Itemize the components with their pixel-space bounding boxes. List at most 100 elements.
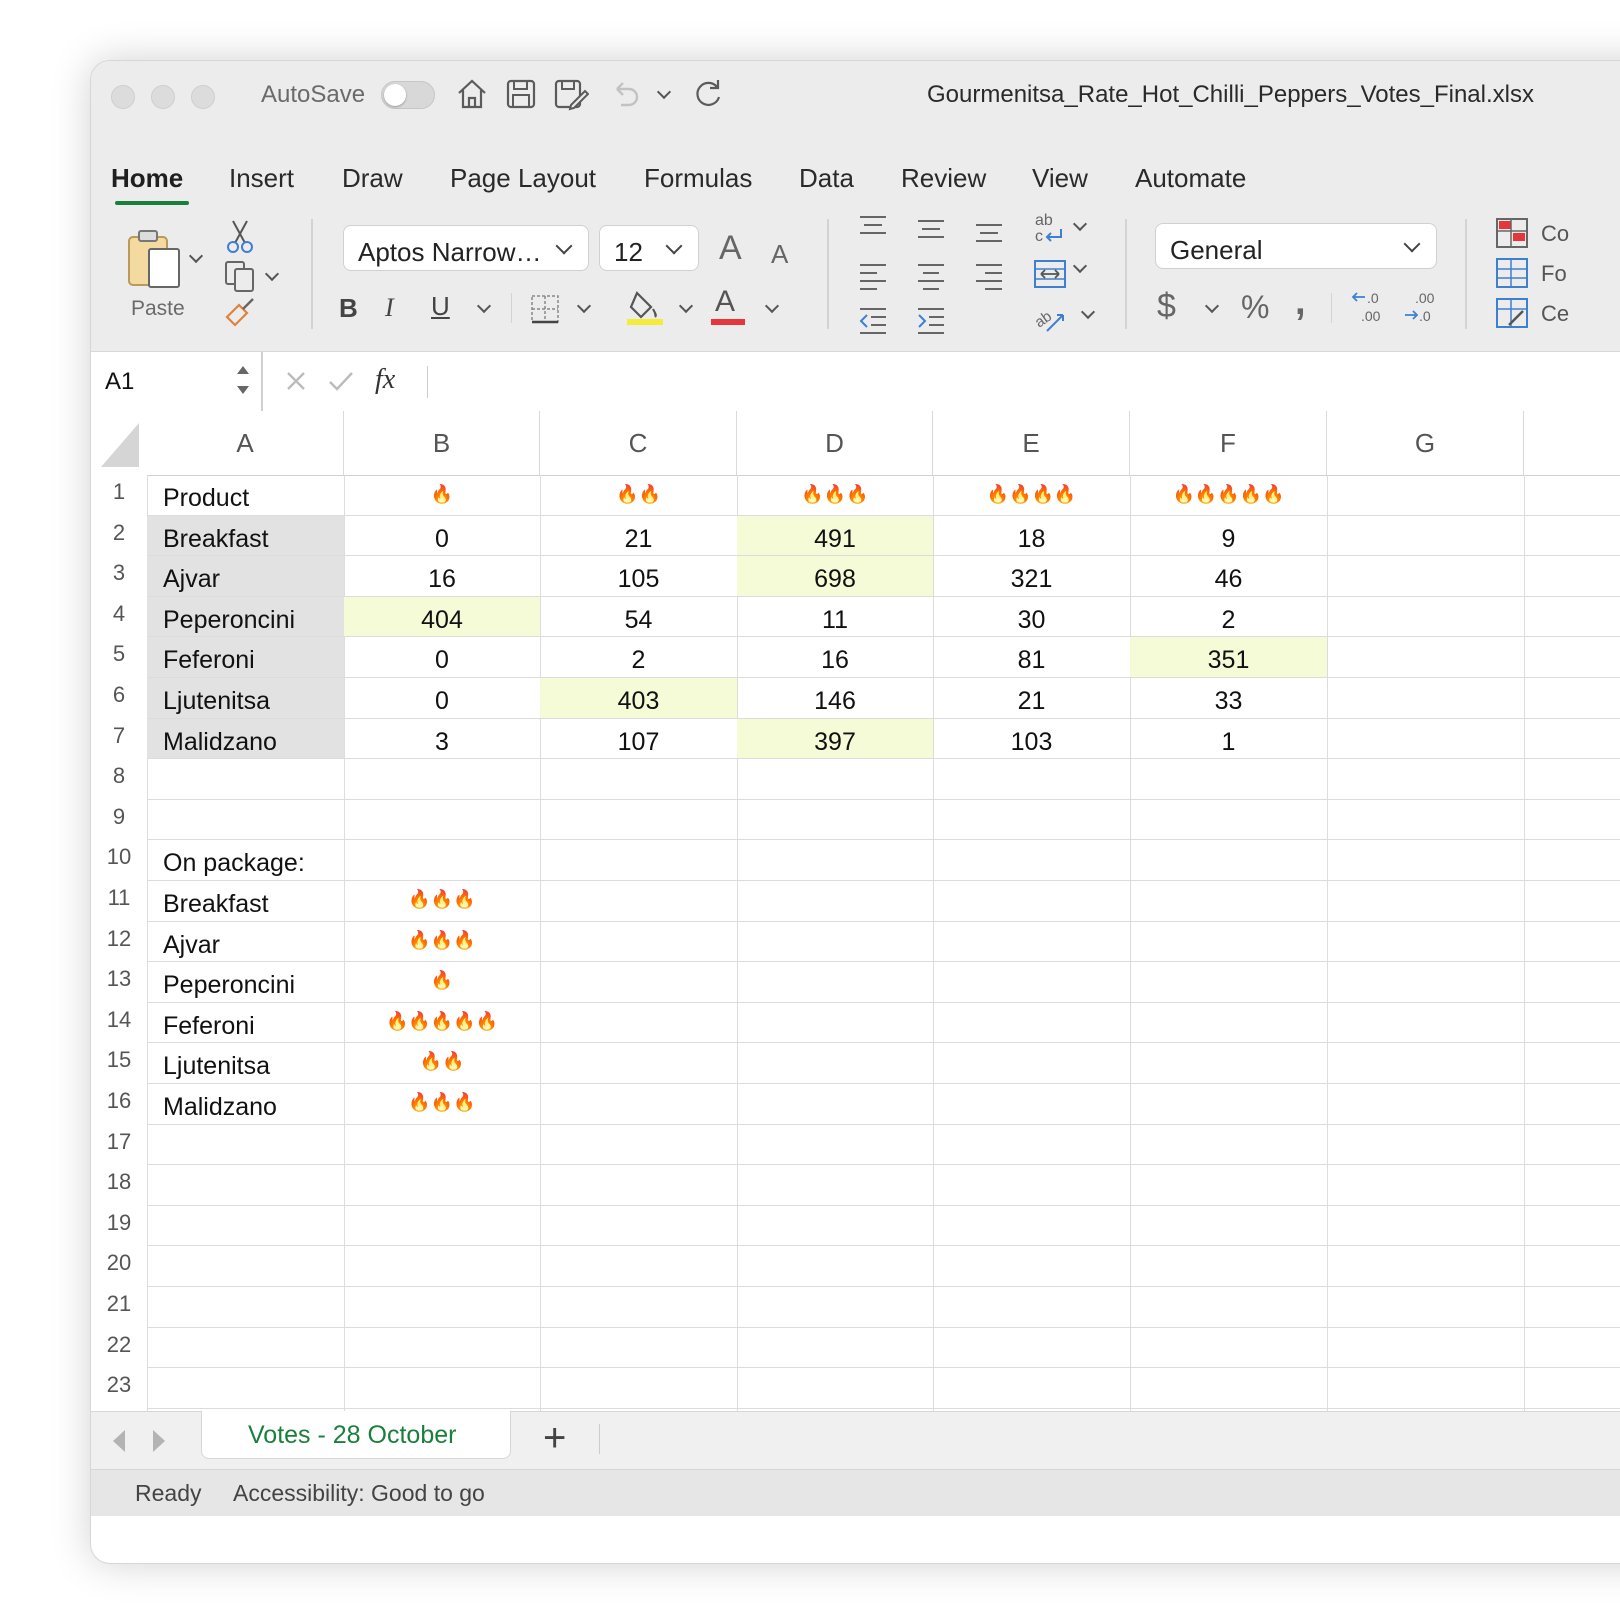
increase-font-size-icon[interactable]: A [719,229,742,268]
row-header-17[interactable]: 17 [91,1125,147,1166]
vote-cell[interactable]: 105 [540,556,737,596]
vote-cell-highest[interactable]: 351 [1130,637,1327,677]
vote-cell[interactable]: 16 [344,556,540,596]
tab-formulas[interactable]: Formulas [644,163,752,194]
align-top-icon[interactable] [857,213,889,243]
vote-cell[interactable]: 3 [344,719,540,759]
package-product-cell[interactable]: Ajvar [147,922,344,962]
row-header-9[interactable]: 9 [91,800,147,841]
column-header-a[interactable]: A [147,411,344,475]
product-cell[interactable]: Feferoni [147,637,344,677]
currency-button[interactable]: $ [1157,287,1176,326]
heat-header-cell[interactable]: 🔥 [344,475,540,515]
align-center-icon[interactable] [915,261,947,291]
heat-header-cell[interactable]: 🔥🔥🔥🔥🔥 [1130,475,1327,515]
row-header-20[interactable]: 20 [91,1246,147,1287]
package-product-cell[interactable]: Feferoni [147,1003,344,1043]
package-label-cell[interactable]: On package: [147,840,344,880]
product-cell[interactable]: Peperoncini [147,596,344,637]
row-header-23[interactable]: 23 [91,1368,147,1409]
row-header-19[interactable]: 19 [91,1206,147,1247]
fill-color-icon[interactable] [627,287,663,327]
home-icon[interactable] [455,77,489,111]
conditional-formatting-icon[interactable] [1495,217,1529,249]
font-name-dropdown[interactable]: Aptos Narrow… [343,225,589,271]
column-header-e[interactable]: E [933,411,1130,475]
minimize-window-button[interactable] [151,85,175,109]
tab-page-layout[interactable]: Page Layout [450,163,596,194]
vote-cell[interactable]: 0 [344,637,540,677]
font-color-button[interactable]: A [711,285,745,325]
paste-dropdown-icon[interactable] [188,248,204,264]
product-cell[interactable]: Breakfast [147,515,344,556]
row-header-18[interactable]: 18 [91,1165,147,1206]
package-heat-cell[interactable]: 🔥🔥 [344,1043,540,1083]
package-product-cell[interactable]: Breakfast [147,881,344,921]
vote-cell[interactable]: 9 [1130,516,1327,556]
name-box[interactable]: A1 [91,352,263,412]
scroll-tabs-right-icon[interactable] [149,1428,169,1454]
vote-cell[interactable]: 33 [1130,678,1327,718]
row-header-15[interactable]: 15 [91,1043,147,1084]
vote-cell[interactable]: 21 [540,516,737,556]
font-color-dropdown-icon[interactable] [764,298,780,314]
tab-automate[interactable]: Automate [1135,163,1246,194]
underline-button[interactable]: U [431,291,450,322]
number-format-dropdown[interactable]: General [1155,223,1437,269]
paste-icon[interactable] [125,227,185,291]
vote-cell-highest[interactable]: 698 [737,556,933,596]
decrease-decimal-icon[interactable]: .0.00 [1351,289,1387,325]
fill-color-dropdown-icon[interactable] [678,298,694,314]
vote-cell[interactable]: 146 [737,678,933,718]
currency-dropdown-icon[interactable] [1204,298,1220,314]
font-size-dropdown[interactable]: 12 [599,225,699,271]
vote-cell[interactable]: 0 [344,678,540,718]
undo-icon[interactable] [609,77,641,111]
vote-cell[interactable]: 18 [933,516,1130,556]
close-window-button[interactable] [111,85,135,109]
vote-cell[interactable]: 30 [933,597,1130,637]
vote-cell[interactable]: 11 [737,597,933,637]
borders-dropdown-icon[interactable] [576,298,592,314]
copy-dropdown-icon[interactable] [264,266,280,282]
vote-cell[interactable]: 81 [933,637,1130,677]
package-heat-cell[interactable]: 🔥🔥🔥🔥🔥 [344,1003,540,1043]
tab-home[interactable]: Home [111,163,183,194]
select-all-button[interactable] [101,423,139,467]
merge-dropdown-icon[interactable] [1072,258,1088,274]
vote-cell[interactable]: 2 [1130,597,1327,637]
percent-button[interactable]: % [1241,289,1269,326]
underline-dropdown-icon[interactable] [476,298,492,314]
row-header-13[interactable]: 13 [91,962,147,1003]
increase-indent-icon[interactable] [915,305,947,335]
orientation-dropdown-icon[interactable] [1080,304,1096,320]
orientation-icon[interactable]: ab [1033,301,1067,335]
vote-cell[interactable]: 1 [1130,719,1327,759]
zoom-window-button[interactable] [191,85,215,109]
package-heat-cell[interactable]: 🔥🔥🔥 [344,881,540,921]
vote-cell-highest[interactable]: 397 [737,718,933,759]
product-cell[interactable]: Ajvar [147,556,344,596]
copy-icon[interactable] [223,259,257,293]
row-header-12[interactable]: 12 [91,922,147,963]
decrease-font-size-icon[interactable]: A [771,239,788,270]
autosave-toggle[interactable] [381,81,435,109]
row-header-14[interactable]: 14 [91,1003,147,1044]
row-header-21[interactable]: 21 [91,1287,147,1328]
package-product-cell[interactable]: Ljutenitsa [147,1043,344,1083]
row-header-2[interactable]: 2 [91,516,147,557]
heat-header-cell[interactable]: 🔥🔥🔥 [737,475,933,515]
merge-center-icon[interactable] [1033,257,1067,291]
italic-button[interactable]: I [385,293,394,323]
wrap-text-dropdown-icon[interactable] [1072,216,1088,232]
undo-dropdown-icon[interactable] [656,84,672,100]
vote-cell-highest[interactable]: 403 [540,678,737,718]
heat-header-cell[interactable]: 🔥🔥 [540,475,737,515]
comma-style-button[interactable]: , [1295,281,1306,324]
decrease-indent-icon[interactable] [857,305,889,335]
column-header-b[interactable]: B [344,411,540,475]
row-header-11[interactable]: 11 [91,881,147,922]
row-header-22[interactable]: 22 [91,1328,147,1369]
cut-icon[interactable] [225,219,255,255]
cell-styles-label[interactable]: Ce [1541,301,1569,327]
